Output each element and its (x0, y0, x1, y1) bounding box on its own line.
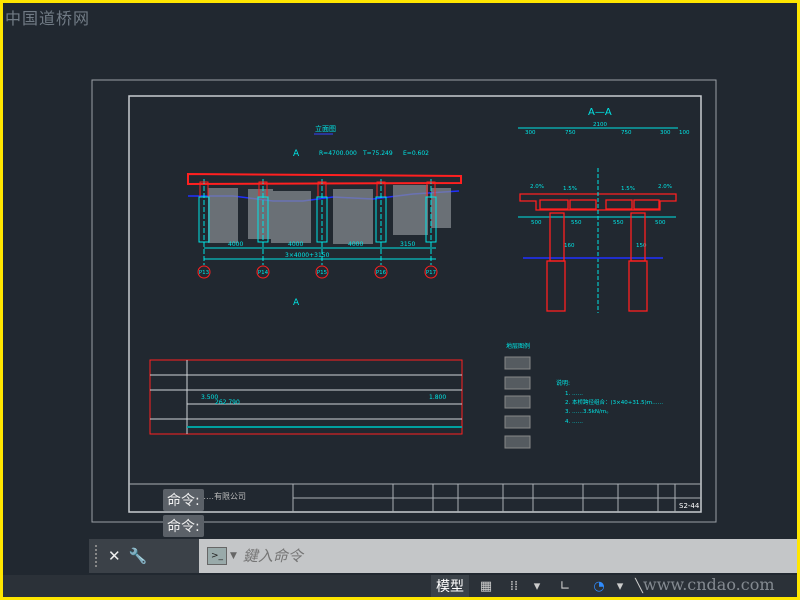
pier-label: P13 (199, 270, 210, 276)
close-icon[interactable]: ✕ (108, 547, 121, 565)
drag-handle[interactable] (95, 545, 100, 567)
svg-text:1.800: 1.800 (429, 394, 446, 401)
svg-text:3150: 3150 (400, 241, 415, 248)
svg-text:2. 本桥跨径组合：(3×40+31.5)m……: 2. 本桥跨径组合：(3×40+31.5)m…… (565, 398, 663, 406)
svg-text:2.0%: 2.0% (530, 184, 544, 190)
svg-text:T=75.249: T=75.249 (362, 150, 393, 157)
company-name: ……有限公司 (198, 491, 246, 501)
svg-text:550: 550 (571, 220, 582, 226)
pier-label: P17 (426, 270, 437, 276)
chevron-down-icon[interactable]: ▾ (613, 575, 627, 597)
svg-text:3×4000+3150: 3×4000+3150 (285, 252, 330, 259)
svg-text:4000: 4000 (348, 241, 363, 248)
curve-data: R=4700.000 T=75.249 E=0.602 (319, 150, 429, 157)
profile-table (149, 359, 463, 435)
snap-icon[interactable]: ⁞⁞ (503, 575, 525, 597)
svg-text:750: 750 (621, 130, 632, 136)
command-history-line: 命令: (163, 515, 204, 537)
svg-text:500: 500 (531, 220, 542, 226)
pier-label: P14 (258, 270, 269, 276)
chevron-down-icon[interactable]: ▾ (530, 575, 544, 597)
wrench-icon[interactable]: 🔧 (129, 547, 148, 565)
notes: 1. …… 2. 本桥跨径组合：(3×40+31.5)m…… 3. ……3.5k… (565, 391, 663, 425)
svg-text:2.0%: 2.0% (658, 184, 672, 190)
svg-text:262.790: 262.790 (215, 399, 240, 406)
columns (546, 212, 648, 312)
svg-text:500: 500 (655, 220, 666, 226)
section-mark-top: A (293, 149, 300, 159)
svg-text:4000: 4000 (288, 241, 303, 248)
svg-text:1.5%: 1.5% (563, 186, 577, 192)
section-mark-bottom: A (293, 298, 300, 308)
svg-text:E=0.602: E=0.602 (403, 150, 429, 157)
notes-label: 说明: (556, 379, 570, 387)
inner-frame (128, 95, 702, 513)
svg-text:100: 100 (679, 130, 690, 136)
svg-text:3. ……3.5kN/m。: 3. ……3.5kN/m。 (565, 409, 612, 415)
elevation-title: 立面图 (315, 124, 336, 133)
outer-frame (91, 79, 717, 523)
command-line-controls: ✕ 🔧 (89, 539, 199, 573)
svg-text:300: 300 (525, 130, 536, 136)
svg-text:750: 750 (565, 130, 576, 136)
command-line: ✕ 🔧 >_ ▼ (89, 539, 797, 573)
svg-text:1.5%: 1.5% (621, 186, 635, 192)
svg-text:1. ……: 1. …… (565, 391, 583, 397)
model-tab[interactable]: 模型 (431, 575, 469, 597)
legend-title: 地层图例 (506, 342, 530, 350)
status-bar: 模型 ▦ ⁞⁞ ▾ ∟ ◔ ▾ ╲ www.cndao.com (3, 575, 797, 597)
site-watermark: www.cndao.com (643, 575, 775, 594)
soil-layers (208, 185, 451, 244)
profile-table-grid (150, 360, 462, 434)
svg-text:R=4700.000: R=4700.000 (319, 150, 357, 157)
drawing-canvas[interactable]: ……有限公司 S2-44 立面图 A A R=4700.000 T=75.249… (3, 3, 797, 539)
watermark: 中国道桥网 (5, 9, 91, 28)
svg-text:2100: 2100 (593, 122, 607, 128)
pier-label: P15 (317, 270, 328, 276)
chevron-down-icon[interactable]: ▼ (230, 551, 237, 561)
svg-text:4000: 4000 (228, 241, 243, 248)
section-title: A—A (588, 107, 612, 118)
command-input[interactable] (236, 546, 797, 566)
pier-label: P16 (376, 270, 387, 276)
command-history-line: 命令: (163, 489, 204, 511)
polar-icon[interactable]: ◔ (589, 575, 609, 597)
svg-text:300: 300 (660, 130, 671, 136)
svg-text:160: 160 (564, 243, 575, 249)
legend-swatches (504, 356, 531, 449)
cad-app: ……有限公司 S2-44 立面图 A A R=4700.000 T=75.249… (3, 3, 797, 597)
svg-text:4. ……: 4. …… (565, 419, 583, 425)
sheet-number: S2-44 (679, 502, 700, 510)
svg-text:550: 550 (613, 220, 624, 226)
grid-icon[interactable]: ▦ (475, 575, 497, 597)
ortho-icon[interactable]: ∟ (556, 575, 574, 597)
prompt-icon[interactable]: >_ (207, 547, 227, 565)
